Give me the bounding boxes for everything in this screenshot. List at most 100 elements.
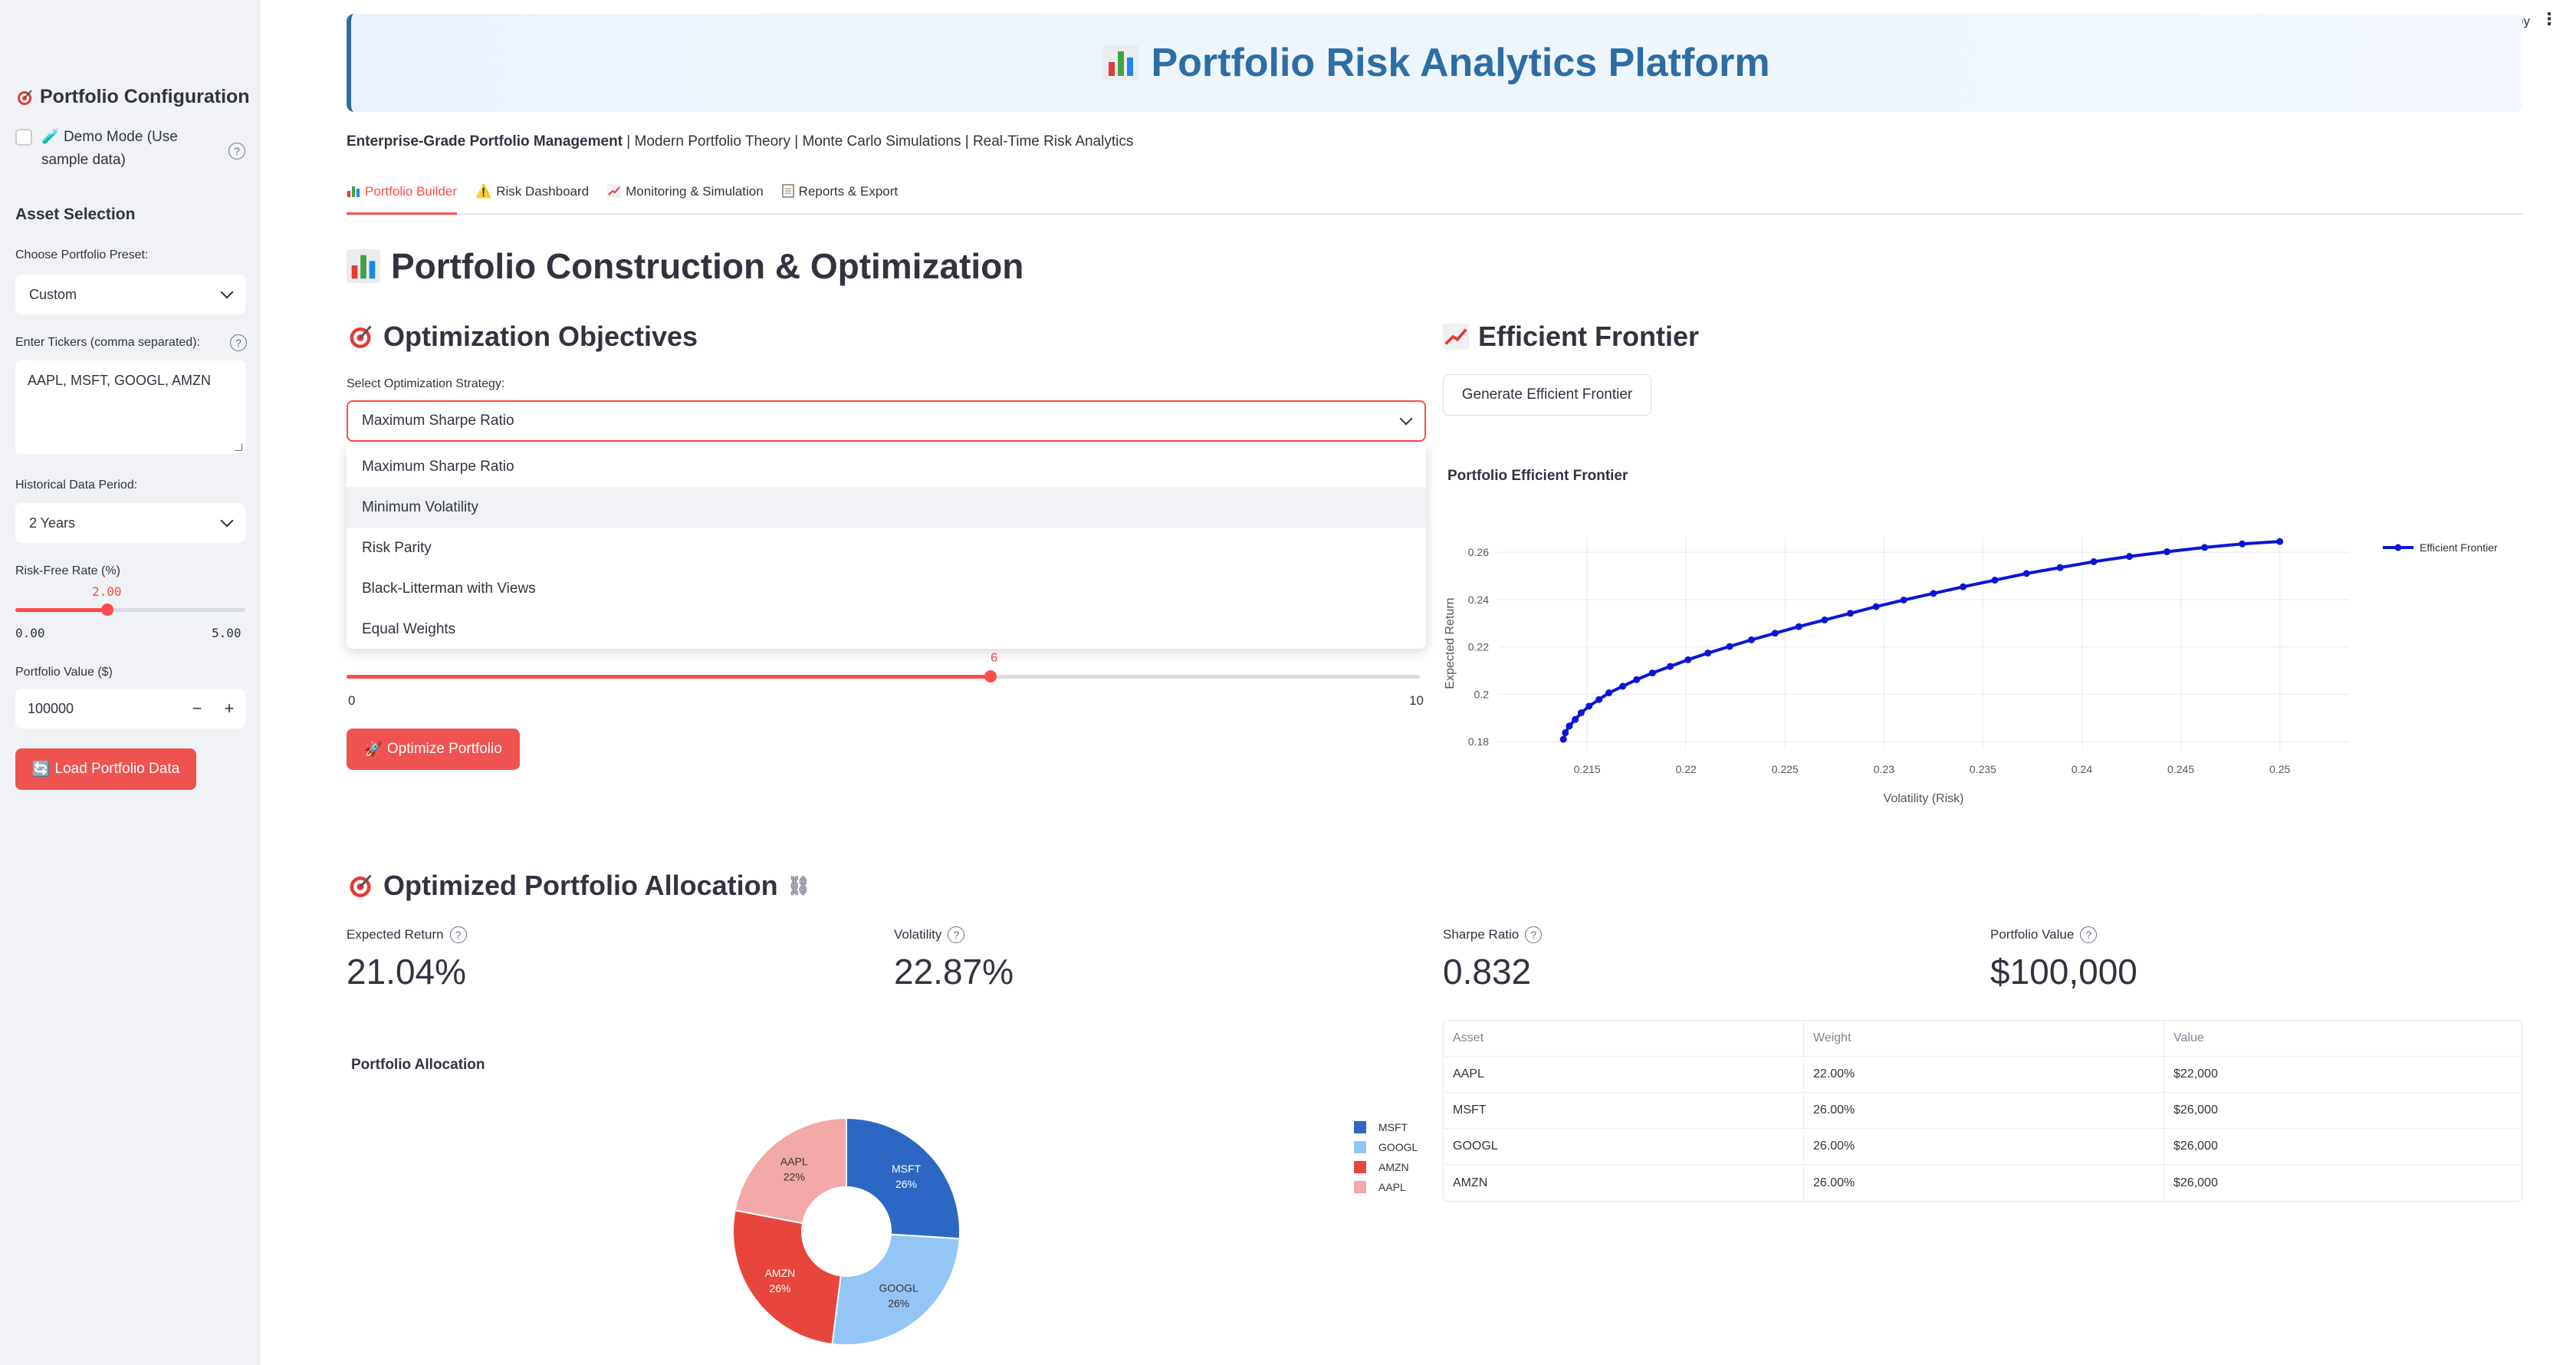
table-cell: 26.00% [1804,1129,2164,1164]
risk-free-slider-value: 2.00 [92,584,122,599]
strategy-select[interactable]: Maximum Sharpe Ratio [347,400,1426,442]
frontier-point [2201,544,2209,551]
section-heading-text: Portfolio Construction & Optimization [391,246,1024,286]
pie-slice-percent: 22% [784,1171,805,1183]
increment-button[interactable]: + [213,699,245,719]
table-cell: AAPL [1444,1057,1804,1092]
strategy-option[interactable]: Black-Litterman with Views [347,568,1426,609]
chevron-down-icon [220,514,234,528]
legend-label: GOOGL [1378,1141,1418,1153]
pie-slice-percent: 26% [888,1297,909,1309]
legend-swatch [1354,1181,1366,1193]
legend-swatch [1354,1121,1366,1133]
x-axis-label: Volatility (Risk) [1884,792,1964,805]
tab-reports-export[interactable]: Reports & Export [781,181,899,215]
target-icon [350,325,372,348]
help-icon[interactable]: ? [230,334,247,351]
help-icon[interactable]: ? [228,143,245,160]
resize-handle-icon[interactable] [235,443,242,451]
table-header-cell[interactable]: Asset [1444,1021,1804,1056]
page-title: Portfolio Risk Analytics Platform [1151,41,1770,85]
frontier-point [1900,596,1907,604]
tab-bar: Portfolio Builder ⚠️ Risk Dashboard Moni… [347,181,2522,215]
subtitle-bold: Enterprise-Grade Portfolio Management [347,133,623,150]
table-cell: $26,000 [2174,1140,2218,1153]
metric-value: 21.04% [347,952,467,992]
strategy-option[interactable]: Equal Weights [347,609,1426,650]
help-icon[interactable]: ? [1525,926,1543,943]
x-tick-label: 0.24 [2072,763,2092,775]
metric-value: 22.87% [894,952,1014,992]
tab-label: Portfolio Builder [365,184,458,199]
document-icon [781,184,794,198]
generate-frontier-button[interactable]: Generate Efficient Frontier [1443,374,1651,416]
table-cell: MSFT [1444,1093,1804,1128]
more-menu-icon[interactable]: ⋮ [2541,11,2558,28]
load-portfolio-button[interactable]: 🔄 Load Portfolio Data [15,748,196,790]
risk-aversion-slider-thumb[interactable] [984,670,997,682]
risk-aversion-slider-max: 10 [1409,693,1424,708]
strategy-option[interactable]: Minimum Volatility [347,487,1426,528]
frontier-heading-text: Efficient Frontier [1478,321,1700,352]
table-header-cell[interactable]: Value [2164,1021,2522,1056]
metric-label: Expected Return ? [347,926,467,943]
help-icon[interactable]: ? [449,926,467,943]
frontier-heading: Efficient Frontier [1443,321,1699,353]
allocation-chart-title: Portfolio Allocation [351,1057,485,1073]
demo-mode-checkbox[interactable] [15,129,32,146]
metric-label-text: Portfolio Value [1990,927,2075,942]
metric-label-text: Sharpe Ratio [1443,927,1520,942]
period-select[interactable]: 2 Years [15,503,245,543]
frontier-point [1795,623,1802,630]
test-tube-icon: 🧪 [41,129,60,145]
pie-slice-label: MSFT [892,1163,922,1175]
frontier-point [1595,696,1603,703]
tickers-value: AAPL, MSFT, GOOGL, AMZN [28,373,212,388]
x-tick-label: 0.23 [1874,763,1894,775]
frontier-point [1846,610,1854,617]
tab-risk-dashboard[interactable]: ⚠️ Risk Dashboard [475,181,589,215]
demo-mode-checkbox-row[interactable]: 🧪 Demo Mode (Use sample data) ? [15,126,245,172]
help-icon[interactable]: ? [948,926,965,943]
refresh-icon: 🔄 [31,761,51,778]
help-icon[interactable]: ? [2080,926,2098,943]
frontier-point [1667,663,1674,670]
portfolio-value-input[interactable]: 100000 − + [15,689,245,729]
frontier-point [1605,689,1613,697]
objectives-heading: Optimization Objectives [347,321,698,353]
sidebar: Portfolio Configuration 🧪 Demo Mode (Use… [0,0,261,1365]
risk-free-slider-fill [15,608,107,612]
frontier-point [2276,538,2284,545]
strategy-option[interactable]: Maximum Sharpe Ratio [347,446,1426,487]
subtitle-rest: | Modern Portfolio Theory | Monte Carlo … [623,133,1134,150]
chevron-down-icon [220,285,234,299]
frontier-point [1684,656,1692,663]
table-cell: $26,000 [2174,1176,2218,1189]
metric-value: 0.832 [1443,952,1532,992]
link-icon[interactable]: ⛓ [787,875,810,897]
optimize-portfolio-button[interactable]: 🚀 Optimize Portfolio [347,729,520,770]
strategy-option[interactable]: Risk Parity [347,528,1426,568]
table-header-cell[interactable]: Weight [1804,1021,2164,1056]
table-row: AMZN 26.00% $26,000 [1444,1165,2522,1201]
frontier-point [1566,722,1573,730]
risk-free-slider-thumb[interactable] [101,604,113,616]
sidebar-title-text: Portfolio Configuration [40,86,250,107]
metric-label-text: Expected Return [347,927,444,942]
frontier-point [2164,548,2171,555]
frontier-point [1577,709,1585,717]
period-select-value: 2 Years [29,515,76,531]
y-tick-label: 0.18 [1468,735,1489,748]
frontier-chart-title: Portfolio Efficient Frontier [1447,468,1628,484]
preset-select[interactable]: Custom [15,275,245,314]
metric-label: Volatility ? [894,926,965,943]
tickers-textarea[interactable]: AAPL, MSFT, GOOGL, AMZN [15,360,245,454]
legend-label: AMZN [1378,1161,1409,1173]
tab-monitoring-simulation[interactable]: Monitoring & Simulation [607,181,764,215]
risk-free-slider-min: 0.00 [15,626,45,640]
legend-label: Efficient Frontier [2420,541,2498,554]
target-icon [18,89,32,105]
tab-portfolio-builder[interactable]: Portfolio Builder [347,181,458,215]
tab-label: Reports & Export [798,184,899,199]
decrement-button[interactable]: − [181,699,213,719]
